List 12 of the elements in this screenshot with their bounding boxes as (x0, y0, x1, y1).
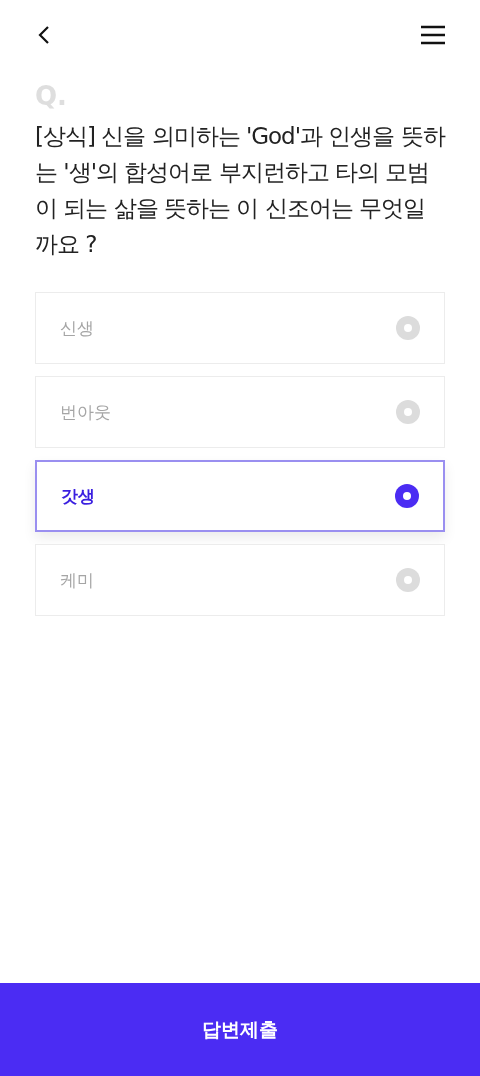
radio-icon (396, 316, 420, 340)
answer-option[interactable]: 케미 (35, 544, 445, 616)
answer-option[interactable]: 번아웃 (35, 376, 445, 448)
submit-button[interactable]: 답변제출 (0, 983, 480, 1076)
radio-icon (396, 568, 420, 592)
back-icon[interactable] (38, 25, 50, 45)
question-text: [상식] 신을 의미하는 'God'과 인생을 뜻하는 '생'의 합성어로 부지런하고 타의 모범이 되는 삶을 뜻하는 이 신조어는 무엇일까요 ? (35, 122, 445, 259)
answer-option[interactable]: 갓생 (35, 460, 445, 532)
radio-icon (396, 400, 420, 424)
radio-icon (395, 484, 419, 508)
answer-option[interactable]: 신생 (35, 292, 445, 364)
menu-icon[interactable] (420, 25, 446, 45)
